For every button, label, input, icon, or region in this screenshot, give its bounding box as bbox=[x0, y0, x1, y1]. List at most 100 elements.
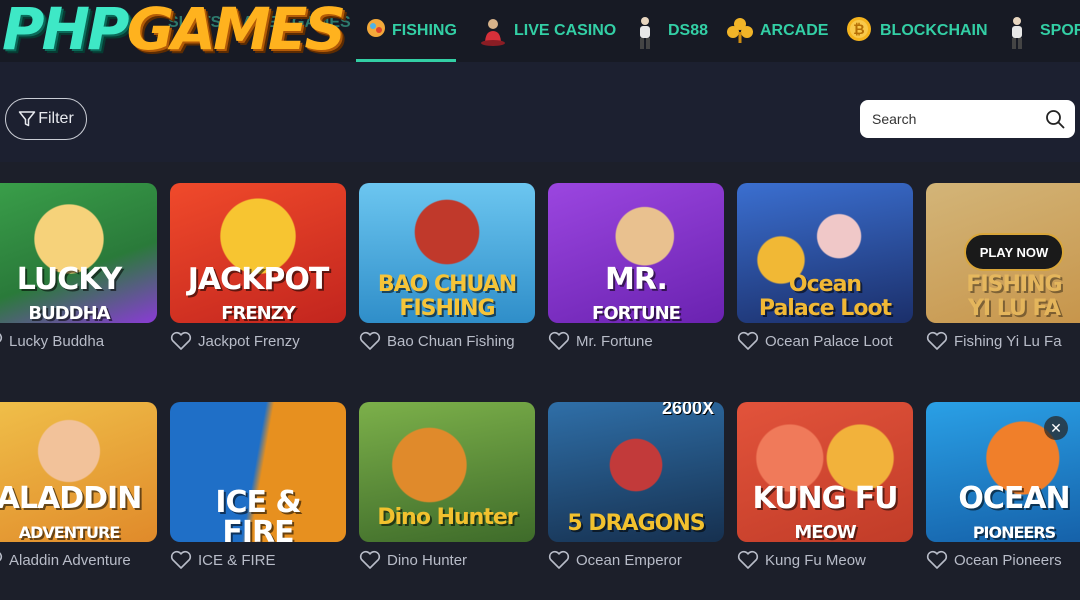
heart-icon[interactable] bbox=[359, 550, 381, 570]
game-card-mr-fortune[interactable]: MR. FORTUNE Mr. Fortune bbox=[548, 183, 724, 351]
game-card-ocean-palace-loot[interactable]: Ocean Palace Loot Ocean Palace Loot bbox=[737, 183, 913, 351]
game-thumbnail[interactable]: MR. FORTUNE bbox=[548, 183, 724, 323]
nav-tab-label: FISHING bbox=[392, 22, 457, 39]
multiplier-badge: 2600X bbox=[661, 402, 714, 418]
game-caption: Ocean Pioneers bbox=[926, 550, 1080, 570]
nav-tab-label: DS88 bbox=[668, 22, 709, 39]
game-name: Fishing Yi Lu Fa bbox=[954, 332, 1062, 350]
game-caption: Kung Fu Meow bbox=[737, 550, 913, 570]
thumbnail-title: LUCKY BUDDHA bbox=[16, 262, 122, 324]
heart-icon[interactable] bbox=[359, 331, 381, 351]
game-name: Bao Chuan Fishing bbox=[387, 332, 515, 350]
thumbnail-title: KUNG FU MEOW bbox=[752, 481, 898, 543]
game-thumbnail[interactable]: Ocean Palace Loot bbox=[737, 183, 913, 323]
filter-button[interactable]: Filter bbox=[5, 98, 87, 140]
game-thumbnail[interactable]: ✕ OCEAN PIONEERS bbox=[926, 402, 1080, 542]
game-caption: Aladdin Adventure bbox=[0, 550, 157, 570]
logo-text-games: GAMES bbox=[126, 0, 347, 63]
nav-tab-label: LIVE CASINO bbox=[514, 22, 617, 39]
thumbnail-title: 5 DRAGONS bbox=[567, 511, 705, 536]
nav-tab-blockchain[interactable]: ₿ BLOCKCHAIN bbox=[846, 0, 988, 62]
thumbnail-title: Dino Hunter bbox=[377, 505, 517, 530]
bitcoin-icon: ₿ bbox=[846, 16, 872, 46]
thumbnail-title: ALADDIN ADVENTURE bbox=[0, 481, 142, 543]
game-card-aladdin-adventure[interactable]: ALADDIN ADVENTURE Aladdin Adventure bbox=[0, 402, 157, 570]
heart-icon[interactable] bbox=[170, 331, 192, 351]
play-now-button[interactable]: PLAY NOW bbox=[964, 233, 1064, 271]
heart-icon[interactable] bbox=[926, 550, 948, 570]
filter-label: Filter bbox=[38, 110, 74, 127]
game-thumbnail[interactable]: LUCKY BUDDHA bbox=[0, 183, 157, 323]
game-card-kung-fu-meow[interactable]: KUNG FU MEOW Kung Fu Meow bbox=[737, 402, 913, 570]
game-card-ice-and-fire[interactable]: ICE & FIRE ICE & FIRE bbox=[170, 402, 346, 570]
game-caption: Ocean Emperor bbox=[548, 550, 724, 570]
heart-icon[interactable] bbox=[737, 331, 759, 351]
filter-bar: Filter bbox=[0, 62, 1080, 162]
game-name: Jackpot Frenzy bbox=[198, 332, 300, 350]
game-thumbnail[interactable]: ALADDIN ADVENTURE bbox=[0, 402, 157, 542]
game-caption: ICE & FIRE bbox=[170, 550, 346, 570]
game-caption: Fishing Yi Lu Fa bbox=[926, 331, 1080, 351]
brand-logo[interactable]: PHPGAMES bbox=[2, 0, 347, 63]
game-caption: Mr. Fortune bbox=[548, 331, 724, 351]
heart-icon[interactable] bbox=[0, 331, 3, 351]
game-caption: Jackpot Frenzy bbox=[170, 331, 346, 351]
heart-icon[interactable] bbox=[170, 550, 192, 570]
game-name: Lucky Buddha bbox=[9, 332, 105, 350]
thumbnail-title: Ocean Palace Loot bbox=[758, 272, 892, 321]
nav-tab-live-casino[interactable]: LIVE CASINO bbox=[480, 0, 616, 62]
nav-tab-fishing[interactable]: FISHING bbox=[356, 0, 457, 62]
nav-tab-label: BLOCKCHAIN bbox=[880, 22, 988, 39]
game-name: Ocean Palace Loot bbox=[765, 332, 893, 350]
game-name: Aladdin Adventure bbox=[9, 551, 131, 569]
close-icon[interactable]: ✕ bbox=[1044, 416, 1068, 440]
game-thumbnail[interactable]: BAO CHUAN FISHING bbox=[359, 183, 535, 323]
thumbnail-title: OCEAN PIONEERS bbox=[958, 481, 1070, 543]
game-card-dino-hunter[interactable]: Dino Hunter Dino Hunter bbox=[359, 402, 535, 570]
game-thumbnail[interactable]: Dino Hunter bbox=[359, 402, 535, 542]
game-name: Dino Hunter bbox=[387, 551, 468, 569]
filter-icon bbox=[18, 111, 36, 127]
game-card-fishing-yi-lu-fa[interactable]: FISHING YI LU FA PLAY NOW Fishing Yi Lu F… bbox=[926, 183, 1080, 351]
game-card-bao-chuan-fishing[interactable]: BAO CHUAN FISHING Bao Chuan Fishing bbox=[359, 183, 535, 351]
heart-icon[interactable] bbox=[0, 550, 3, 570]
game-thumbnail[interactable]: FISHING YI LU FA PLAY NOW bbox=[926, 183, 1080, 323]
game-card-jackpot-frenzy[interactable]: JACKPOT FRENZY Jackpot Frenzy bbox=[170, 183, 346, 351]
search-input[interactable] bbox=[870, 110, 1045, 128]
ds88-icon bbox=[634, 16, 660, 49]
game-card-lucky-buddha[interactable]: LUCKY BUDDHA Lucky Buddha bbox=[0, 183, 157, 351]
nav-tab-label: ARCADE bbox=[760, 22, 829, 39]
game-card-ocean-emperor[interactable]: 2600X 5 DRAGONS Ocean Emperor bbox=[548, 402, 724, 570]
logo-text-php: PHP bbox=[2, 0, 130, 63]
game-caption: Ocean Palace Loot bbox=[737, 331, 913, 351]
game-name: Kung Fu Meow bbox=[765, 551, 866, 569]
game-name: ICE & FIRE bbox=[198, 551, 276, 569]
sports-icon bbox=[1006, 16, 1032, 49]
game-thumbnail[interactable]: JACKPOT FRENZY bbox=[170, 183, 346, 323]
game-thumbnail[interactable]: 2600X 5 DRAGONS bbox=[548, 402, 724, 542]
heart-icon[interactable] bbox=[737, 550, 759, 570]
game-name: Ocean Emperor bbox=[576, 551, 682, 569]
heart-icon[interactable] bbox=[926, 331, 948, 351]
game-card-ocean-pioneers[interactable]: ✕ OCEAN PIONEERS Ocean Pioneers bbox=[926, 402, 1080, 570]
nav-tab-sports[interactable]: SPORTS bbox=[1006, 0, 1080, 62]
nav-tab-ds88[interactable]: DS88 bbox=[634, 0, 708, 62]
game-grid: LUCKY BUDDHA Lucky Buddha JACKPOT FRENZY J… bbox=[0, 162, 1080, 600]
heart-icon[interactable] bbox=[548, 331, 570, 351]
game-name: Ocean Pioneers bbox=[954, 551, 1062, 569]
game-thumbnail[interactable]: KUNG FU MEOW bbox=[737, 402, 913, 542]
game-caption: Lucky Buddha bbox=[0, 331, 157, 351]
live-casino-icon bbox=[480, 16, 506, 46]
game-thumbnail[interactable]: ICE & FIRE bbox=[170, 402, 346, 542]
thumbnail-title: ICE & FIRE bbox=[215, 485, 301, 543]
search-icon[interactable] bbox=[1045, 109, 1065, 129]
thumbnail-title: MR. FORTUNE bbox=[592, 262, 681, 324]
fishing-icon bbox=[364, 16, 388, 46]
search-box[interactable] bbox=[860, 100, 1075, 138]
nav-tab-arcade[interactable]: ARCADE bbox=[726, 0, 828, 62]
heart-icon[interactable] bbox=[548, 550, 570, 570]
top-navigation: SLOTS GAMES GAMES PHPGAMES FISHING LIVE … bbox=[0, 0, 1080, 63]
thumbnail-title: BAO CHUAN FISHING bbox=[377, 272, 517, 321]
game-caption: Dino Hunter bbox=[359, 550, 535, 570]
game-caption: Bao Chuan Fishing bbox=[359, 331, 535, 351]
